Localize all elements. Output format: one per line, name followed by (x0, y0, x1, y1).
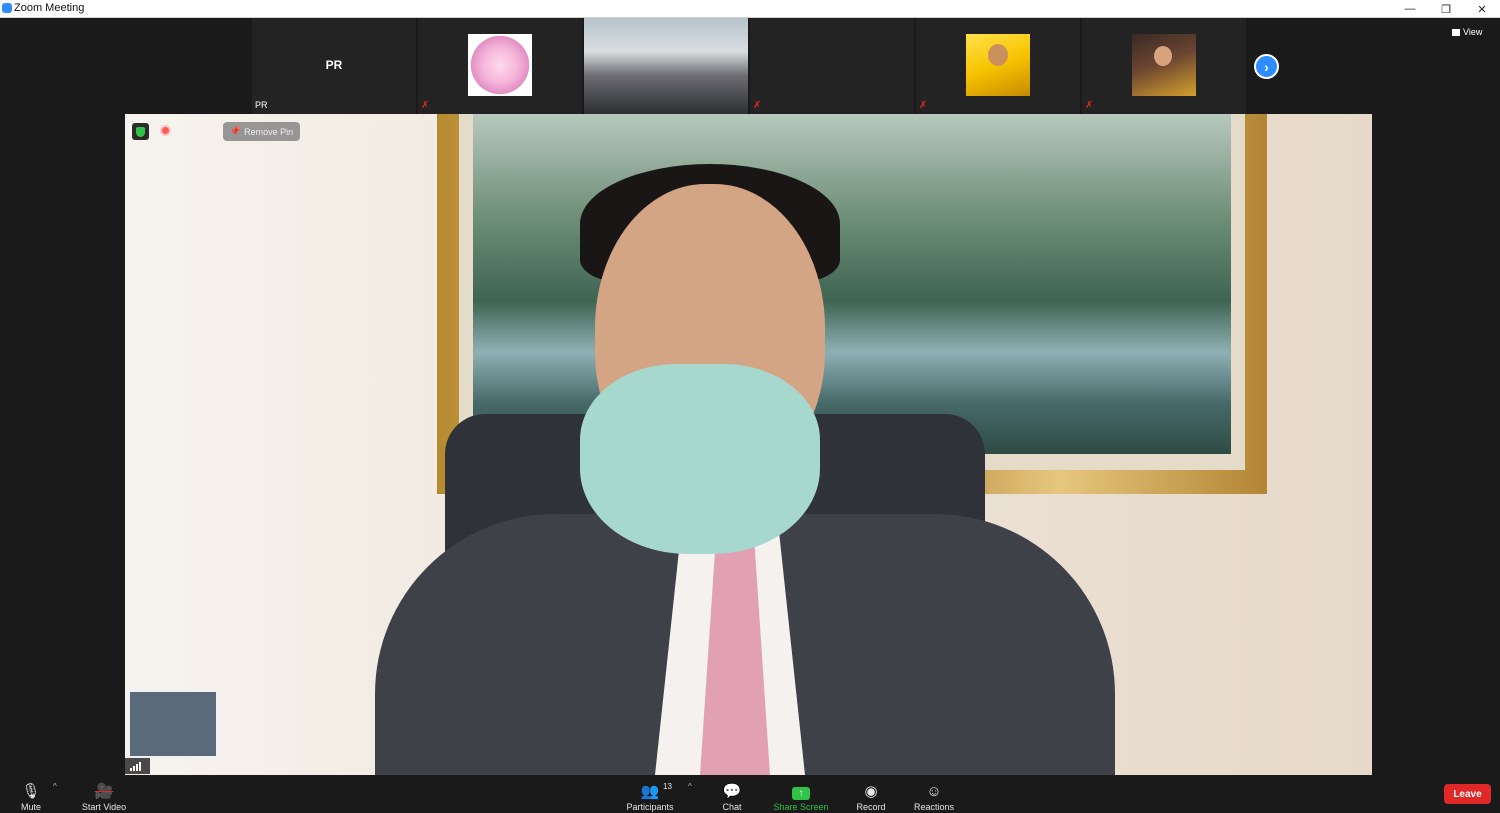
start-video-button[interactable]: 🎥 Start Video (69, 778, 139, 813)
start-video-label: Start Video (81, 802, 127, 812)
participant-tile[interactable]: PR PR (252, 18, 416, 114)
participants-count: 13 (663, 782, 672, 791)
participant-tile[interactable]: ✗ (1082, 18, 1246, 114)
minimize-button[interactable]: — (1392, 0, 1428, 18)
participant-initials: PR (325, 58, 343, 72)
gallery-strip: PR PR ✗ ✗ ✗ ✗ (252, 18, 1248, 114)
participant-tile[interactable]: ✗ (418, 18, 582, 114)
mute-label: Mute (20, 802, 41, 812)
participant-tile[interactable] (584, 18, 748, 114)
view-button[interactable]: View (1452, 27, 1482, 37)
participants-label: Participants (626, 802, 674, 812)
remove-pin-button[interactable]: 📌 Remove Pin (223, 122, 300, 141)
microphone-icon: 🎙 (21, 783, 41, 800)
active-speaker-video (125, 114, 1372, 775)
share-screen-button[interactable]: ↑ Share Screen (766, 778, 836, 812)
participant-label: ✗ (1085, 98, 1243, 112)
close-window-button[interactable]: ✕ (1464, 0, 1500, 18)
chevron-right-icon[interactable]: › (1254, 54, 1279, 79)
chat-icon: 💬 (722, 783, 742, 800)
participants-button[interactable]: 👥 Participants (615, 778, 685, 813)
participants-icon: 👥 (640, 783, 660, 800)
chat-label: Chat (722, 802, 742, 812)
mic-muted-icon: ✗ (421, 99, 430, 111)
participant-video (1132, 34, 1196, 96)
security-shield-icon[interactable] (132, 123, 149, 140)
record-label: Record (856, 802, 886, 812)
participant-video (468, 34, 532, 96)
zoom-app-icon (2, 3, 12, 13)
window-titlebar: Zoom Meeting — ❐ ✕ (0, 0, 1500, 18)
share-screen-label: Share Screen (773, 802, 829, 812)
window-title: Zoom Meeting (14, 2, 85, 14)
mic-muted-icon: ✗ (753, 99, 762, 111)
grid-icon (1452, 28, 1460, 36)
face-mask (580, 364, 820, 554)
record-button[interactable]: ◉ Record (836, 778, 906, 813)
mic-muted-icon: ✗ (919, 99, 928, 111)
remove-pin-label: Remove Pin (244, 126, 294, 137)
view-label: View (1463, 27, 1483, 37)
leave-button[interactable]: Leave (1444, 784, 1491, 804)
mic-muted-icon: ✗ (1085, 99, 1094, 111)
participant-name: PR (255, 100, 268, 110)
participant-video (966, 34, 1030, 96)
participant-label: PR (255, 98, 413, 112)
reactions-button[interactable]: ☺ Reactions (899, 778, 969, 813)
participant-label: ✗ (919, 98, 1077, 112)
participant-label (587, 98, 745, 112)
participant-label: ✗ (753, 98, 911, 112)
participant-tile[interactable]: ✗ (750, 18, 914, 114)
audio-options-caret-icon[interactable]: ^ (53, 782, 57, 791)
participant-label: ✗ (421, 98, 579, 112)
video-off-icon: 🎥 (94, 783, 114, 800)
record-icon: ◉ (864, 783, 878, 800)
reactions-label: Reactions (913, 802, 955, 812)
recording-indicator-icon[interactable] (160, 125, 171, 136)
reactions-icon: ☺ (926, 783, 942, 800)
participant-tile[interactable]: ✗ (916, 18, 1080, 114)
signal-strength-icon (130, 761, 141, 771)
pin-icon: 📌 (229, 126, 242, 136)
maximize-button[interactable]: ❐ (1428, 0, 1464, 18)
speaker-name-label (125, 758, 150, 774)
share-screen-icon: ↑ (792, 787, 810, 800)
meeting-toolbar: 🎙 Mute ^ 🎥 Start Video 👥 Participants 13… (0, 775, 1500, 813)
participants-caret-icon[interactable]: ^ (688, 782, 692, 791)
chat-button[interactable]: 💬 Chat (697, 778, 767, 813)
desk-photo (127, 689, 219, 759)
